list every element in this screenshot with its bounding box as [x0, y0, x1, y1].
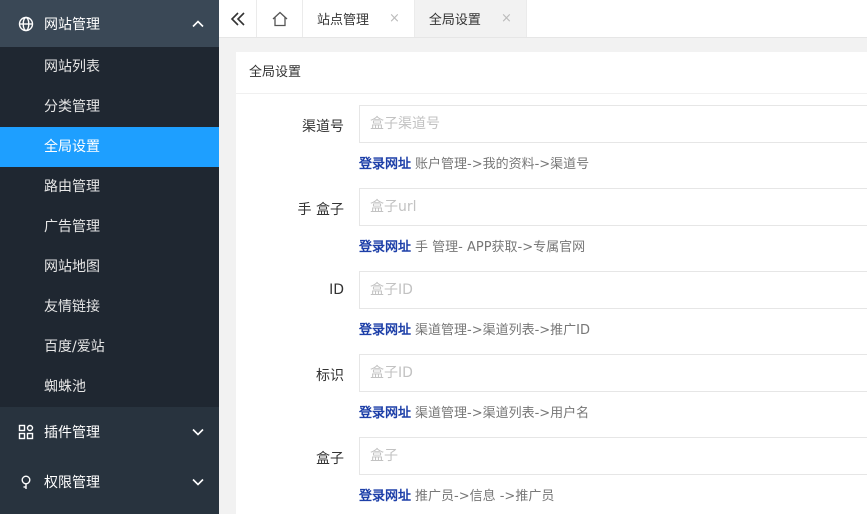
- chevron-up-icon: [191, 17, 205, 31]
- box-url-input[interactable]: [359, 188, 867, 226]
- double-chevron-left-icon: [230, 11, 245, 26]
- login-url-link[interactable]: 登录网址: [359, 157, 411, 172]
- sidebar-item-global-settings[interactable]: 全局设置: [0, 127, 219, 167]
- login-url-link[interactable]: 登录网址: [359, 323, 411, 338]
- home-icon: [272, 11, 287, 26]
- sidebar-item-category[interactable]: 分类管理: [0, 87, 219, 127]
- sidebar-submenu: 网站列表 分类管理 全局设置 路由管理 广告管理 网站地图 友情链接 百度/爱站…: [0, 47, 219, 407]
- field-hint: 登录网址手 管理- APP获取->专属官网: [359, 236, 585, 255]
- chevron-down-icon: [191, 475, 205, 489]
- field-label: 标识: [316, 368, 344, 384]
- sidebar-group-label: 网站管理: [44, 16, 100, 33]
- close-icon[interactable]: ×: [389, 11, 400, 26]
- tab-global-settings[interactable]: 全局设置 ×: [414, 0, 527, 37]
- sidebar-group-plugins[interactable]: 插件管理: [0, 407, 219, 457]
- field-label: ID: [329, 282, 344, 298]
- field-label: 手 盒子: [297, 202, 344, 218]
- collapse-sidebar-button[interactable]: [219, 0, 257, 37]
- field-hint: 登录网址 推广员->信息 ->推广员: [359, 485, 554, 504]
- channel-number-input[interactable]: [359, 105, 867, 143]
- sidebar-item-baidu-aizhan[interactable]: 百度/爱站: [0, 327, 219, 367]
- promo-id-input[interactable]: [359, 271, 867, 309]
- login-url-link[interactable]: 登录网址: [359, 240, 411, 255]
- hint-text: 推广员->信息 ->推广员: [415, 489, 555, 504]
- chevron-down-icon: [191, 425, 205, 439]
- apps-icon: [18, 424, 34, 440]
- settings-panel: 全局设置 渠道号 登录网址账户管理->我的资料->渠道号 手 盒子 登录网址手 …: [236, 52, 867, 514]
- field-label: 渠道号: [302, 119, 344, 135]
- field-hint: 登录网址 渠道管理->渠道列表->用户名: [359, 402, 589, 421]
- sidebar-item-friend-links[interactable]: 友情链接: [0, 287, 219, 327]
- login-url-link[interactable]: 登录网址: [359, 406, 411, 421]
- tab-label: 站点管理: [317, 13, 370, 28]
- sidebar-group-permissions[interactable]: 权限管理: [0, 457, 219, 507]
- sidebar-item-spider-pool[interactable]: 蜘蛛池: [0, 367, 219, 407]
- sidebar-group-label: 权限管理: [44, 475, 100, 491]
- location-pin-icon: [18, 474, 34, 490]
- sidebar-group-label: 插件管理: [44, 425, 100, 441]
- field-label: 盒子: [316, 451, 344, 467]
- tab-bar: 站点管理 × 全局设置 ×: [219, 0, 867, 38]
- tab-site-management[interactable]: 站点管理 ×: [303, 0, 415, 37]
- close-icon[interactable]: ×: [501, 11, 512, 26]
- sidebar-item-routes[interactable]: 路由管理: [0, 167, 219, 207]
- hint-text: 手 管理- APP获取->专属官网: [415, 240, 586, 255]
- home-tab[interactable]: [257, 0, 303, 37]
- identifier-input[interactable]: [359, 354, 867, 392]
- sidebar-item-site-list[interactable]: 网站列表: [0, 47, 219, 87]
- login-url-link[interactable]: 登录网址: [359, 489, 411, 504]
- sidebar: 网站管理 网站列表 分类管理 全局设置 路由管理 广告管理 网站地图 友情链接 …: [0, 0, 219, 514]
- sidebar-group-site-management[interactable]: 网站管理: [0, 0, 219, 47]
- hint-text: 渠道管理->渠道列表->用户名: [415, 406, 590, 421]
- panel-title: 全局设置: [236, 52, 867, 94]
- sidebar-item-ads[interactable]: 广告管理: [0, 207, 219, 247]
- field-hint: 登录网址 渠道管理->渠道列表->推广ID: [359, 319, 590, 338]
- hint-text: 渠道管理->渠道列表->推广ID: [415, 323, 591, 338]
- hint-text: 账户管理->我的资料->渠道号: [415, 157, 590, 172]
- tab-label: 全局设置: [428, 13, 481, 28]
- globe-icon: [18, 16, 34, 32]
- sidebar-item-sitemap[interactable]: 网站地图: [0, 247, 219, 287]
- field-hint: 登录网址 账户管理->我的资料->渠道号: [359, 153, 589, 172]
- box-input[interactable]: [359, 437, 867, 475]
